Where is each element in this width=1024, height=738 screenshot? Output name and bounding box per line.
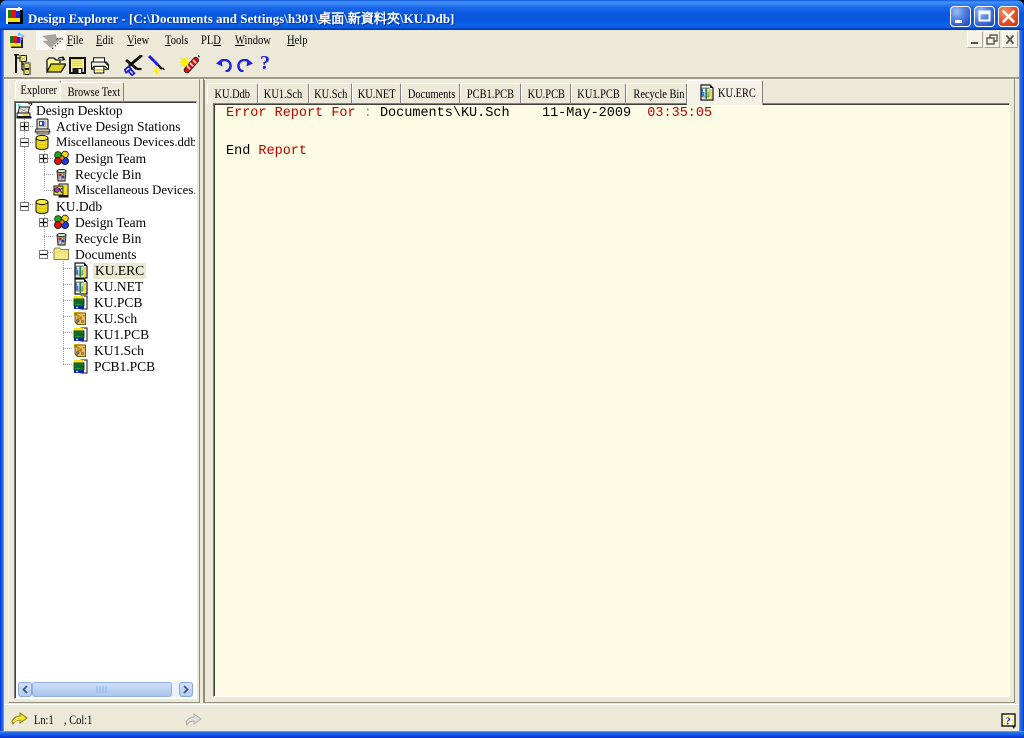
svg-text:?: ? (1005, 716, 1011, 728)
